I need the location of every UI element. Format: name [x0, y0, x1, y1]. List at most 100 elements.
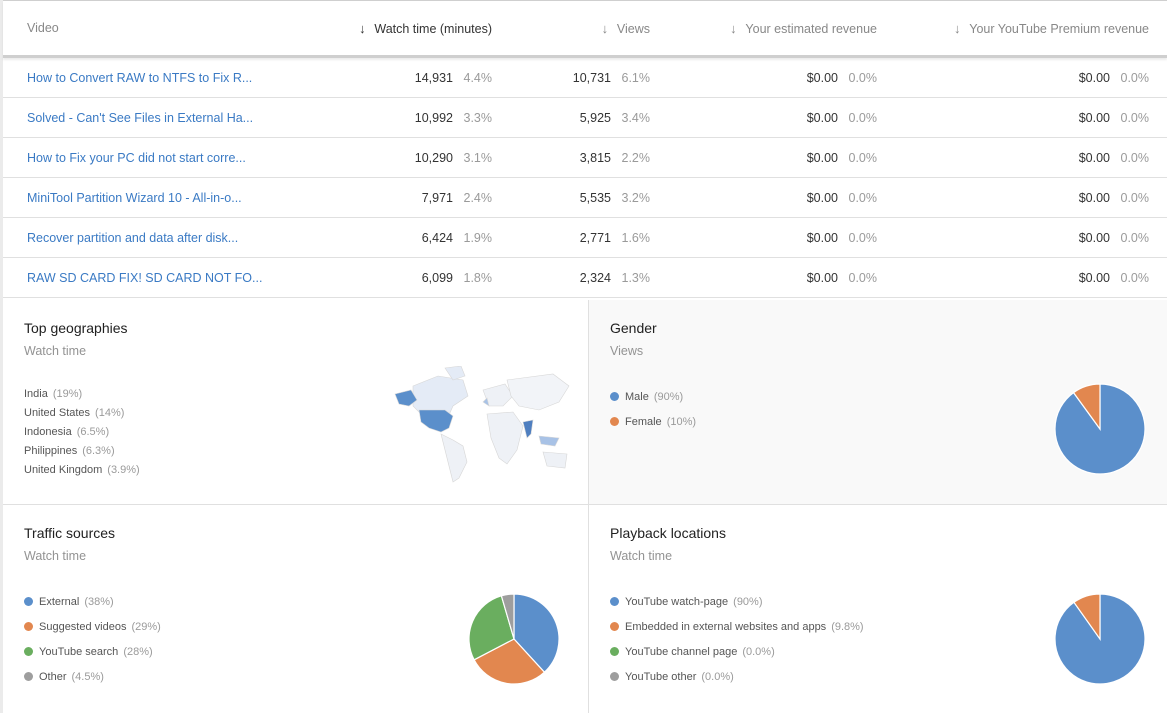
legend-item: Other (4.5%)	[24, 664, 161, 689]
video-title-link[interactable]: How to Fix your PC did not start corre..…	[27, 151, 246, 165]
legend-item: YouTube channel page (0.0%)	[610, 639, 864, 664]
watch-time-percent: 3.3%	[463, 111, 493, 125]
gender-pie-chart	[1054, 383, 1146, 475]
legend-label: Male	[625, 390, 649, 403]
sort-arrow-down-icon: ↓	[954, 21, 961, 36]
legend-percent: (90%)	[733, 595, 763, 608]
geography-label: Philippines	[24, 444, 78, 457]
premium-revenue-percent: 0.0%	[1120, 231, 1150, 245]
geography-percent: (3.9%)	[107, 463, 140, 476]
watch-time-value: 10,290	[414, 151, 453, 165]
views-value: 3,815	[579, 151, 611, 165]
geography-item: United States (14%)	[24, 403, 140, 422]
legend-item: External (38%)	[24, 589, 161, 614]
legend-label: Suggested videos	[39, 620, 127, 633]
card-title: Traffic sources	[24, 525, 116, 541]
geography-percent: (6.5%)	[76, 425, 110, 438]
estimated-revenue-value: $0.00	[806, 71, 838, 85]
legend-percent: (28%)	[123, 645, 153, 658]
column-header-video: Video	[27, 21, 59, 35]
legend-dot-icon	[610, 622, 619, 631]
legend-item: YouTube watch-page (90%)	[610, 589, 864, 614]
legend-label: YouTube other	[625, 670, 697, 683]
premium-revenue-percent: 0.0%	[1120, 271, 1150, 285]
card-title: Gender	[610, 320, 657, 336]
legend-label: YouTube channel page	[625, 645, 738, 658]
sort-arrow-down-icon: ↓	[359, 21, 366, 36]
legend-item: Female (10%)	[610, 409, 696, 434]
top-geographies-card: Top geographies Watch time India (19%) Uni…	[3, 300, 589, 505]
column-header-watch-time[interactable]: ↓ Watch time (minutes)	[356, 21, 492, 36]
legend-dot-icon	[610, 392, 619, 401]
premium-revenue-percent: 0.0%	[1120, 151, 1150, 165]
watch-time-percent: 3.1%	[463, 151, 493, 165]
geography-percent: (6.3%)	[82, 444, 115, 457]
geography-item: Philippines (6.3%)	[24, 441, 140, 460]
views-value: 2,324	[579, 271, 611, 285]
legend-dot-icon	[24, 672, 33, 681]
watch-time-value: 14,931	[414, 71, 453, 85]
estimated-revenue-percent: 0.0%	[848, 111, 878, 125]
geography-label: United Kingdom	[24, 463, 103, 476]
estimated-revenue-value: $0.00	[806, 151, 838, 165]
column-header-label: Views	[616, 22, 650, 36]
top-videos-table: Video ↓ Watch time (minutes) ↓ Views ↓ Your…	[3, 1, 1167, 298]
premium-revenue-value: $0.00	[1078, 271, 1110, 285]
gender-card: Gender Views Male (90%) Female (10%)	[589, 300, 1167, 505]
column-header-premium-revenue[interactable]: ↓ Your YouTube Premium revenue	[951, 21, 1149, 36]
playback-locations-card: Playback locations Watch time YouTube wa…	[589, 505, 1167, 713]
column-header-label: Your YouTube Premium revenue	[969, 22, 1149, 36]
video-title-link[interactable]: RAW SD CARD FIX! SD CARD NOT FO...	[27, 271, 262, 285]
legend-percent: (0.0%)	[742, 645, 775, 658]
legend-percent: (4.5%)	[71, 670, 104, 683]
sort-arrow-down-icon: ↓	[730, 21, 737, 36]
views-percent: 1.6%	[621, 231, 651, 245]
legend-item: Embedded in external websites and apps (9…	[610, 614, 864, 639]
card-title: Top geographies	[24, 320, 128, 336]
column-header-views[interactable]: ↓ Views	[599, 21, 650, 36]
views-value: 10,731	[572, 71, 611, 85]
video-title-link[interactable]: Solved - Can't See Files in External Ha.…	[27, 111, 253, 125]
legend-label: YouTube search	[39, 645, 119, 658]
estimated-revenue-value: $0.00	[806, 111, 838, 125]
card-subtitle: Watch time	[24, 549, 87, 563]
table-row: How to Fix your PC did not start corre..…	[3, 138, 1167, 178]
geography-item: India (19%)	[24, 384, 140, 403]
watch-time-percent: 2.4%	[463, 191, 493, 205]
geography-label: United States	[24, 406, 91, 419]
geography-label: Indonesia	[24, 425, 72, 438]
estimated-revenue-value: $0.00	[806, 191, 838, 205]
geography-percent: (14%)	[95, 406, 125, 419]
legend-dot-icon	[24, 597, 33, 606]
estimated-revenue-percent: 0.0%	[848, 231, 878, 245]
table-row: Solved - Can't See Files in External Ha.…	[3, 98, 1167, 138]
table-row: Recover partition and data after disk...…	[3, 218, 1167, 258]
video-title-link[interactable]: Recover partition and data after disk...	[27, 231, 238, 245]
legend-percent: (0.0%)	[701, 670, 734, 683]
column-header-estimated-revenue[interactable]: ↓ Your estimated revenue	[727, 21, 877, 36]
estimated-revenue-value: $0.00	[806, 271, 838, 285]
premium-revenue-value: $0.00	[1078, 151, 1110, 165]
premium-revenue-value: $0.00	[1078, 71, 1110, 85]
views-percent: 6.1%	[621, 71, 651, 85]
legend-label: Embedded in external websites and apps	[625, 620, 827, 633]
legend-label: Other	[39, 670, 67, 683]
legend-percent: (38%)	[84, 595, 114, 608]
legend-dot-icon	[610, 417, 619, 426]
legend-item: YouTube other (0.0%)	[610, 664, 864, 689]
estimated-revenue-percent: 0.0%	[848, 271, 878, 285]
estimated-revenue-percent: 0.0%	[848, 191, 878, 205]
legend-dot-icon	[610, 647, 619, 656]
estimated-revenue-percent: 0.0%	[848, 71, 878, 85]
video-title-link[interactable]: MiniTool Partition Wizard 10 - All-in-o.…	[27, 191, 242, 205]
legend-item: Male (90%)	[610, 384, 696, 409]
watch-time-percent: 1.9%	[463, 231, 493, 245]
legend-dot-icon	[610, 597, 619, 606]
video-title-link[interactable]: How to Convert RAW to NTFS to Fix R...	[27, 71, 252, 85]
legend-percent: (29%)	[131, 620, 161, 633]
legend-dot-icon	[610, 672, 619, 681]
geographies-list: India (19%) United States (14%) Indonesia (6.…	[24, 384, 140, 479]
table-body: How to Convert RAW to NTFS to Fix R... 14…	[3, 58, 1167, 298]
playback-locations-pie-chart	[1054, 593, 1146, 685]
views-value: 5,535	[579, 191, 611, 205]
